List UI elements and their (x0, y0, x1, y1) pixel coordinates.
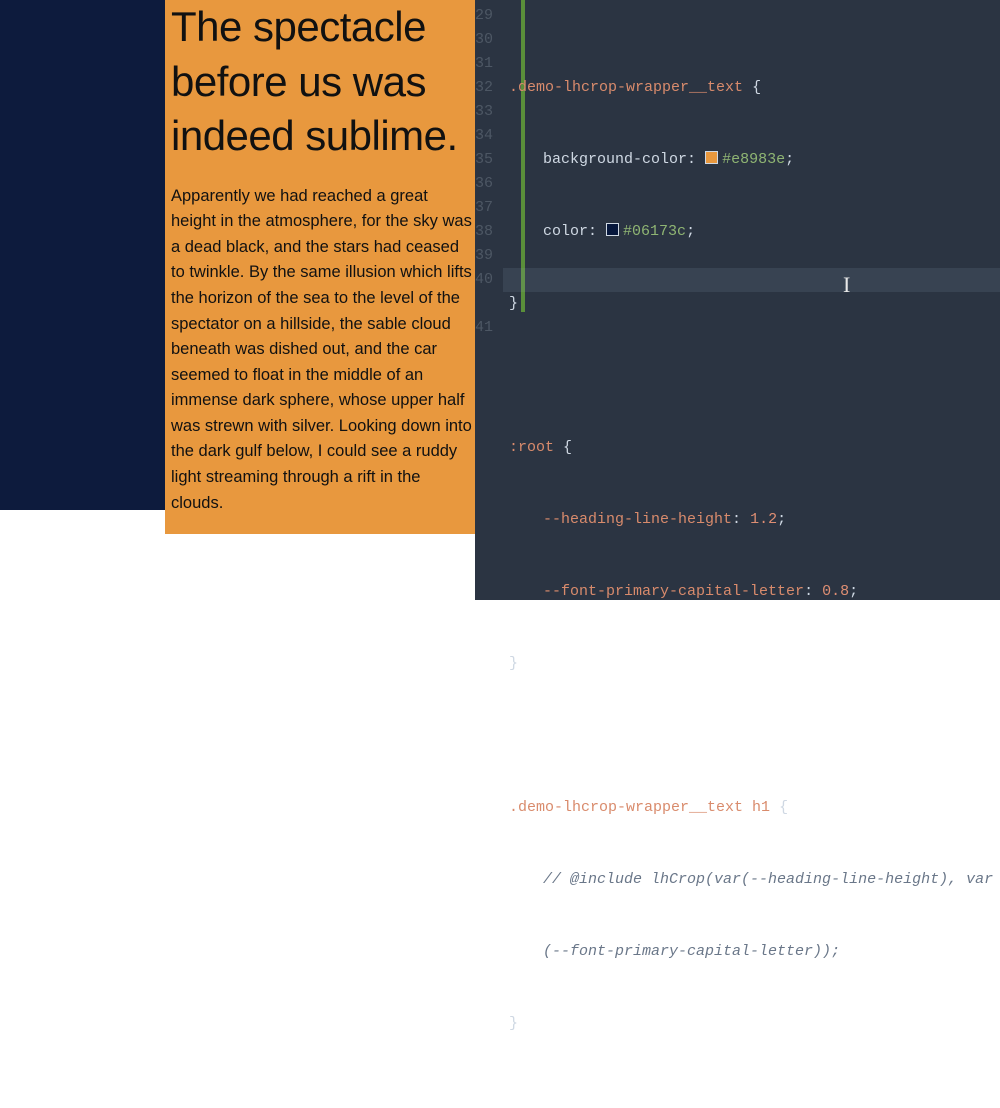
css-property: color (543, 223, 588, 240)
code-line[interactable]: .demo-lhcrop-wrapper__text h1 { (509, 796, 993, 820)
color-swatch-icon[interactable] (705, 151, 718, 164)
line-number-gutter: 29 30 31 32 33 34 35 36 37 38 39 40 41 (475, 0, 503, 600)
color-swatch-icon[interactable] (606, 223, 619, 236)
css-value: 1.2 (750, 511, 777, 528)
text-cursor-icon: I (843, 273, 850, 297)
code-line[interactable]: .demo-lhcrop-wrapper__text { (509, 76, 993, 100)
css-variable: --font-primary-capital-letter (543, 583, 804, 600)
line-number: 31 (475, 52, 493, 76)
code-comment: // @include lhCrop(var(--heading-line-he… (543, 871, 993, 888)
code-editor[interactable]: 29 30 31 32 33 34 35 36 37 38 39 40 41 .… (475, 0, 1000, 600)
code-line[interactable]: color: #06173c; (509, 220, 993, 244)
line-number: 33 (475, 100, 493, 124)
code-line[interactable]: :root { (509, 436, 993, 460)
line-number (475, 292, 493, 316)
line-number: 30 (475, 28, 493, 52)
code-line[interactable]: // @include lhCrop(var(--heading-line-he… (509, 868, 993, 892)
line-number: 29 (475, 4, 493, 28)
code-line[interactable]: } (509, 292, 993, 316)
code-line[interactable]: } (509, 652, 993, 676)
css-value: 0.8 (822, 583, 849, 600)
line-number: 32 (475, 76, 493, 100)
code-line[interactable]: --font-primary-capital-letter: 0.8; (509, 580, 993, 604)
preview-content: The spectacle before us was indeed subli… (165, 0, 475, 600)
code-line[interactable]: (--font-primary-capital-letter)); (509, 940, 993, 964)
line-number: 35 (475, 148, 493, 172)
preview-panel: The spectacle before us was indeed subli… (0, 0, 475, 600)
code-line[interactable]: background-color: #e8983e; (509, 148, 993, 172)
code-comment: (--font-primary-capital-letter)); (543, 943, 840, 960)
code-line[interactable]: --heading-line-height: 1.2; (509, 508, 993, 532)
code-content[interactable]: .demo-lhcrop-wrapper__text { background-… (503, 0, 1000, 600)
demo-body-text: Apparently we had reached a great height… (165, 172, 475, 534)
line-number: 39 (475, 244, 493, 268)
line-number: 34 (475, 124, 493, 148)
css-property: background-color (543, 151, 687, 168)
line-number: 40 (475, 268, 493, 292)
css-selector: :root (509, 439, 554, 456)
css-value: #06173c (623, 223, 686, 240)
line-number: 37 (475, 196, 493, 220)
demo-heading: The spectacle before us was indeed subli… (165, 0, 475, 172)
preview-dark-sidebar (0, 0, 165, 510)
code-line[interactable] (509, 724, 993, 748)
css-value: #e8983e (722, 151, 785, 168)
orange-highlight-box: The spectacle before us was indeed subli… (165, 0, 475, 534)
active-line-highlight (503, 268, 1000, 292)
code-line[interactable]: } (509, 1012, 993, 1036)
line-number: 38 (475, 220, 493, 244)
css-variable: --heading-line-height (543, 511, 732, 528)
line-number: 36 (475, 172, 493, 196)
css-selector: .demo-lhcrop-wrapper__text (509, 79, 743, 96)
css-selector: .demo-lhcrop-wrapper__text h1 (509, 799, 770, 816)
line-number: 41 (475, 316, 493, 340)
code-line[interactable] (509, 364, 993, 388)
